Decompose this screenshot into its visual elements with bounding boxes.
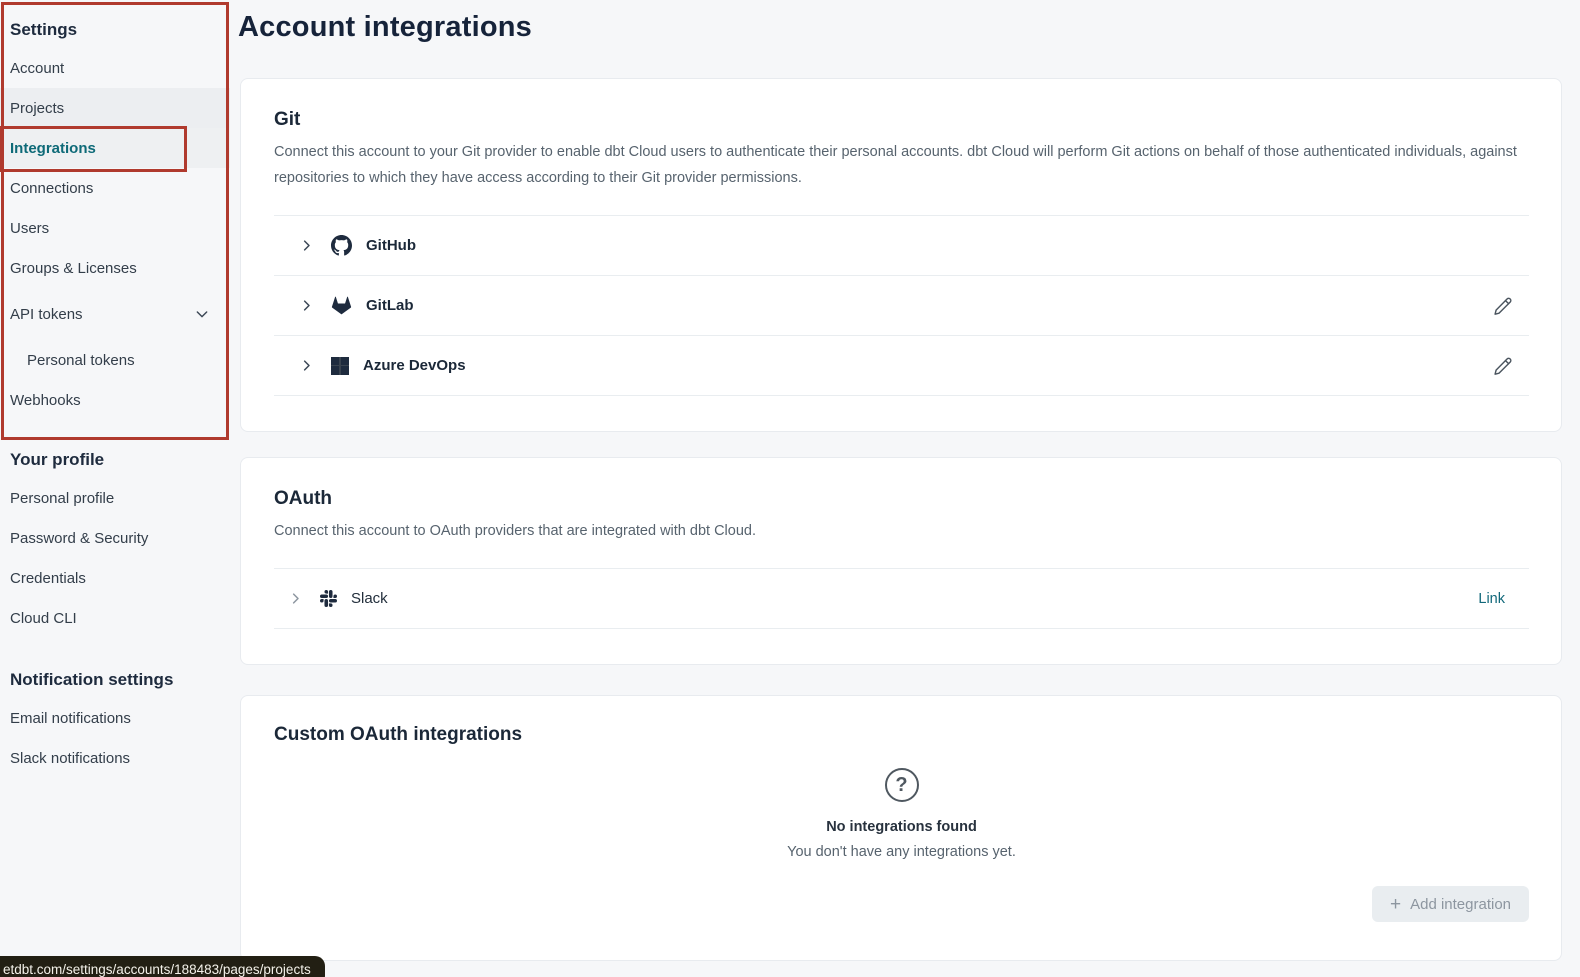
chevron-right-icon[interactable] bbox=[299, 298, 314, 313]
slack-link-action[interactable]: Link bbox=[1478, 591, 1505, 607]
oauth-provider-list: Slack Link bbox=[274, 568, 1529, 629]
oauth-card: OAuth Connect this account to OAuth prov… bbox=[240, 457, 1562, 665]
sidebar-item-account[interactable]: Account bbox=[0, 48, 230, 88]
git-row-azure-devops[interactable]: Azure DevOps bbox=[274, 335, 1529, 395]
link-status-tooltip: etdbt.com/settings/accounts/188483/pages… bbox=[0, 956, 325, 977]
git-card-title: Git bbox=[274, 109, 1529, 131]
oauth-card-title: OAuth bbox=[274, 488, 1529, 510]
sidebar-item-credentials[interactable]: Credentials bbox=[0, 558, 230, 598]
sidebar-item-email-notifications[interactable]: Email notifications bbox=[0, 698, 230, 738]
edit-pencil-icon[interactable] bbox=[1493, 296, 1513, 316]
sidebar-item-connections[interactable]: Connections bbox=[0, 168, 230, 208]
chevron-right-icon[interactable] bbox=[299, 358, 314, 373]
sidebar-heading-your-profile: Your profile bbox=[0, 442, 230, 478]
empty-state-title: No integrations found bbox=[826, 819, 977, 835]
chevron-down-icon bbox=[194, 306, 210, 322]
sidebar-item-projects[interactable]: Projects bbox=[0, 88, 230, 128]
plus-icon: + bbox=[1390, 895, 1401, 914]
chevron-right-icon[interactable] bbox=[288, 591, 303, 606]
sidebar-item-cloud-cli[interactable]: Cloud CLI bbox=[0, 598, 230, 638]
main-content: Account integrations Git Connect this ac… bbox=[230, 0, 1580, 977]
chevron-right-icon[interactable] bbox=[299, 238, 314, 253]
sidebar-item-users[interactable]: Users bbox=[0, 208, 230, 248]
git-row-github[interactable]: GitHub bbox=[274, 215, 1529, 275]
oauth-row-label: Slack bbox=[351, 590, 388, 607]
sidebar-item-webhooks[interactable]: Webhooks bbox=[0, 380, 230, 420]
question-circle-icon: ? bbox=[885, 768, 919, 802]
git-row-label: GitLab bbox=[366, 297, 414, 314]
sidebar-item-personal-tokens[interactable]: Personal tokens bbox=[0, 340, 230, 380]
git-card: Git Connect this account to your Git pro… bbox=[240, 78, 1562, 432]
sidebar-item-integrations[interactable]: Integrations bbox=[0, 128, 230, 168]
git-row-gitlab[interactable]: GitLab bbox=[274, 275, 1529, 335]
page-title: Account integrations bbox=[238, 11, 1580, 44]
sidebar-item-password-security[interactable]: Password & Security bbox=[0, 518, 230, 558]
git-provider-list: GitHub GitLab Azure DevOps bbox=[274, 215, 1529, 396]
slack-icon bbox=[320, 590, 337, 607]
empty-state: ? No integrations found You don't have a… bbox=[274, 768, 1529, 860]
custom-oauth-card-title: Custom OAuth integrations bbox=[274, 724, 1529, 746]
settings-sidebar: Settings Account Projects Integrations C… bbox=[0, 0, 230, 977]
github-icon bbox=[331, 235, 352, 256]
add-integration-button[interactable]: + Add integration bbox=[1372, 886, 1529, 922]
sidebar-heading-settings: Settings bbox=[0, 12, 230, 48]
add-integration-label: Add integration bbox=[1410, 896, 1511, 913]
git-card-description: Connect this account to your Git provide… bbox=[274, 139, 1529, 191]
sidebar-item-api-tokens[interactable]: API tokens bbox=[0, 294, 230, 334]
oauth-row-slack[interactable]: Slack Link bbox=[274, 568, 1529, 628]
sidebar-item-groups-licenses[interactable]: Groups & Licenses bbox=[0, 248, 230, 288]
custom-oauth-card: Custom OAuth integrations ? No integrati… bbox=[240, 695, 1562, 961]
gitlab-icon bbox=[331, 295, 352, 316]
sidebar-item-slack-notifications[interactable]: Slack notifications bbox=[0, 738, 230, 778]
oauth-card-description: Connect this account to OAuth providers … bbox=[274, 518, 1529, 544]
empty-state-subtitle: You don't have any integrations yet. bbox=[787, 844, 1016, 860]
sidebar-item-personal-profile[interactable]: Personal profile bbox=[0, 478, 230, 518]
sidebar-heading-notification-settings: Notification settings bbox=[0, 662, 230, 698]
git-row-label: GitHub bbox=[366, 237, 416, 254]
azure-devops-icon bbox=[331, 357, 349, 375]
git-row-label: Azure DevOps bbox=[363, 357, 466, 374]
edit-pencil-icon[interactable] bbox=[1493, 356, 1513, 376]
